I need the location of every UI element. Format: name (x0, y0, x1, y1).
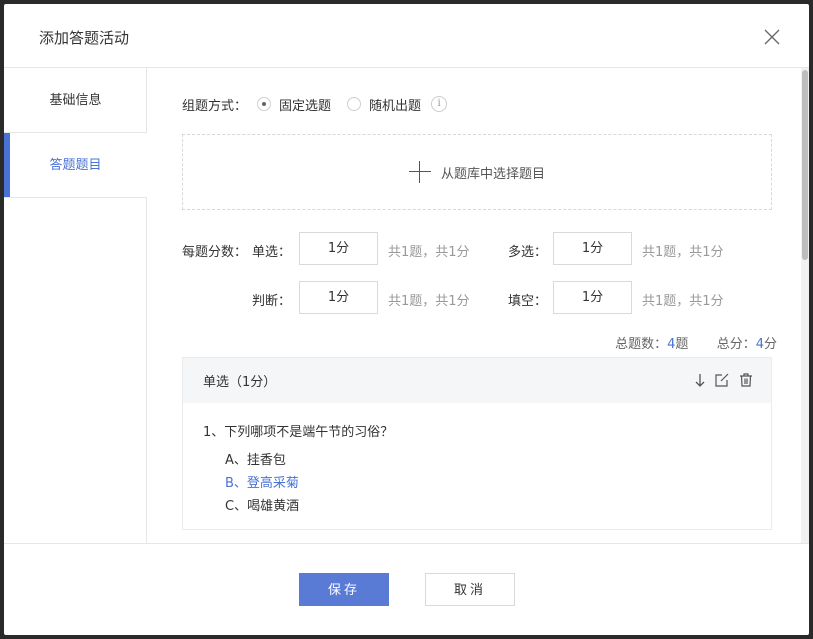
save-button[interactable]: 保存 (299, 573, 389, 606)
single-score-input[interactable]: 1分 (299, 232, 378, 265)
fill-hint: 共1题，共1分 (642, 294, 724, 309)
multi-hint: 共1题，共1分 (642, 245, 724, 260)
question-text: 1、下列哪项不是端午节的习俗？ (203, 425, 394, 440)
totals: 总题数：4题 总分：4分 (615, 333, 777, 352)
total-count-suffix: 题 (675, 337, 689, 352)
add-quiz-dialog: 添加答题活动 基础信息 答题题目 组题方式： 固定选题 随机出题 i 从题库中选… (4, 4, 809, 635)
question-card: 单选（1分） 1、下列哪项不是端午节的习俗？ A、挂香包 B、登高采菊 C、喝雄… (182, 357, 772, 530)
sidebar-item-label: 基础信息 (49, 93, 102, 108)
radio-random[interactable] (347, 97, 362, 111)
close-icon[interactable] (763, 28, 781, 46)
scrollbar[interactable] (801, 68, 809, 543)
radio-fixed-label[interactable]: 固定选题 (279, 95, 331, 114)
fill-label: 填空： (508, 294, 548, 309)
sidebar-item-basic-info[interactable]: 基础信息 (4, 68, 147, 133)
section-title: 单选（1分） (203, 375, 277, 390)
radio-fixed[interactable] (257, 97, 272, 111)
select-from-bank-button[interactable]: 从题库中选择题目 (182, 134, 772, 210)
score-label: 每题分数： (182, 245, 248, 260)
total-score-suffix: 分 (763, 337, 777, 352)
multi-label: 多选： (508, 245, 548, 260)
mode-row: 组题方式： 固定选题 随机出题 i (182, 94, 448, 114)
judge-hint: 共1题，共1分 (388, 294, 470, 309)
total-score: 4 (755, 337, 764, 352)
main-content: 组题方式： 固定选题 随机出题 i 从题库中选择题目 每题分数： 单选： 1分 … (147, 68, 809, 543)
option-b-correct: B、登高采菊 (225, 476, 299, 491)
judge-score-input[interactable]: 1分 (299, 281, 378, 314)
single-hint: 共1题，共1分 (388, 245, 470, 260)
mode-label: 组题方式： (182, 98, 248, 114)
arrow-down-icon[interactable] (691, 371, 709, 389)
option-c: C、喝雄黄酒 (225, 499, 300, 514)
judge-label: 判断： (252, 294, 292, 309)
multi-score-input[interactable]: 1分 (553, 232, 632, 265)
plus-icon (408, 161, 431, 183)
sidebar-item-label: 答题题目 (49, 158, 102, 173)
sidebar: 基础信息 答题题目 (4, 68, 147, 543)
radio-random-label[interactable]: 随机出题 (369, 95, 421, 114)
option-a: A、挂香包 (225, 453, 286, 468)
dialog-header: 添加答题活动 (4, 4, 809, 68)
info-icon[interactable]: i (431, 96, 448, 112)
edit-icon[interactable] (713, 371, 731, 389)
cancel-button[interactable]: 取消 (425, 573, 515, 606)
sidebar-item-quiz-questions[interactable]: 答题题目 (4, 133, 147, 198)
scrollbar-thumb[interactable] (802, 70, 808, 260)
total-score-prefix: 总分： (716, 337, 756, 352)
dialog-footer: 保存 取消 (4, 543, 809, 635)
select-from-bank-label: 从题库中选择题目 (440, 166, 545, 182)
single-label: 单选： (252, 245, 292, 260)
question-card-header: 单选（1分） (183, 358, 771, 403)
fill-score-input[interactable]: 1分 (553, 281, 632, 314)
trash-icon[interactable] (737, 371, 755, 389)
total-count-prefix: 总题数： (615, 337, 668, 352)
dialog-title: 添加答题活动 (39, 29, 130, 47)
